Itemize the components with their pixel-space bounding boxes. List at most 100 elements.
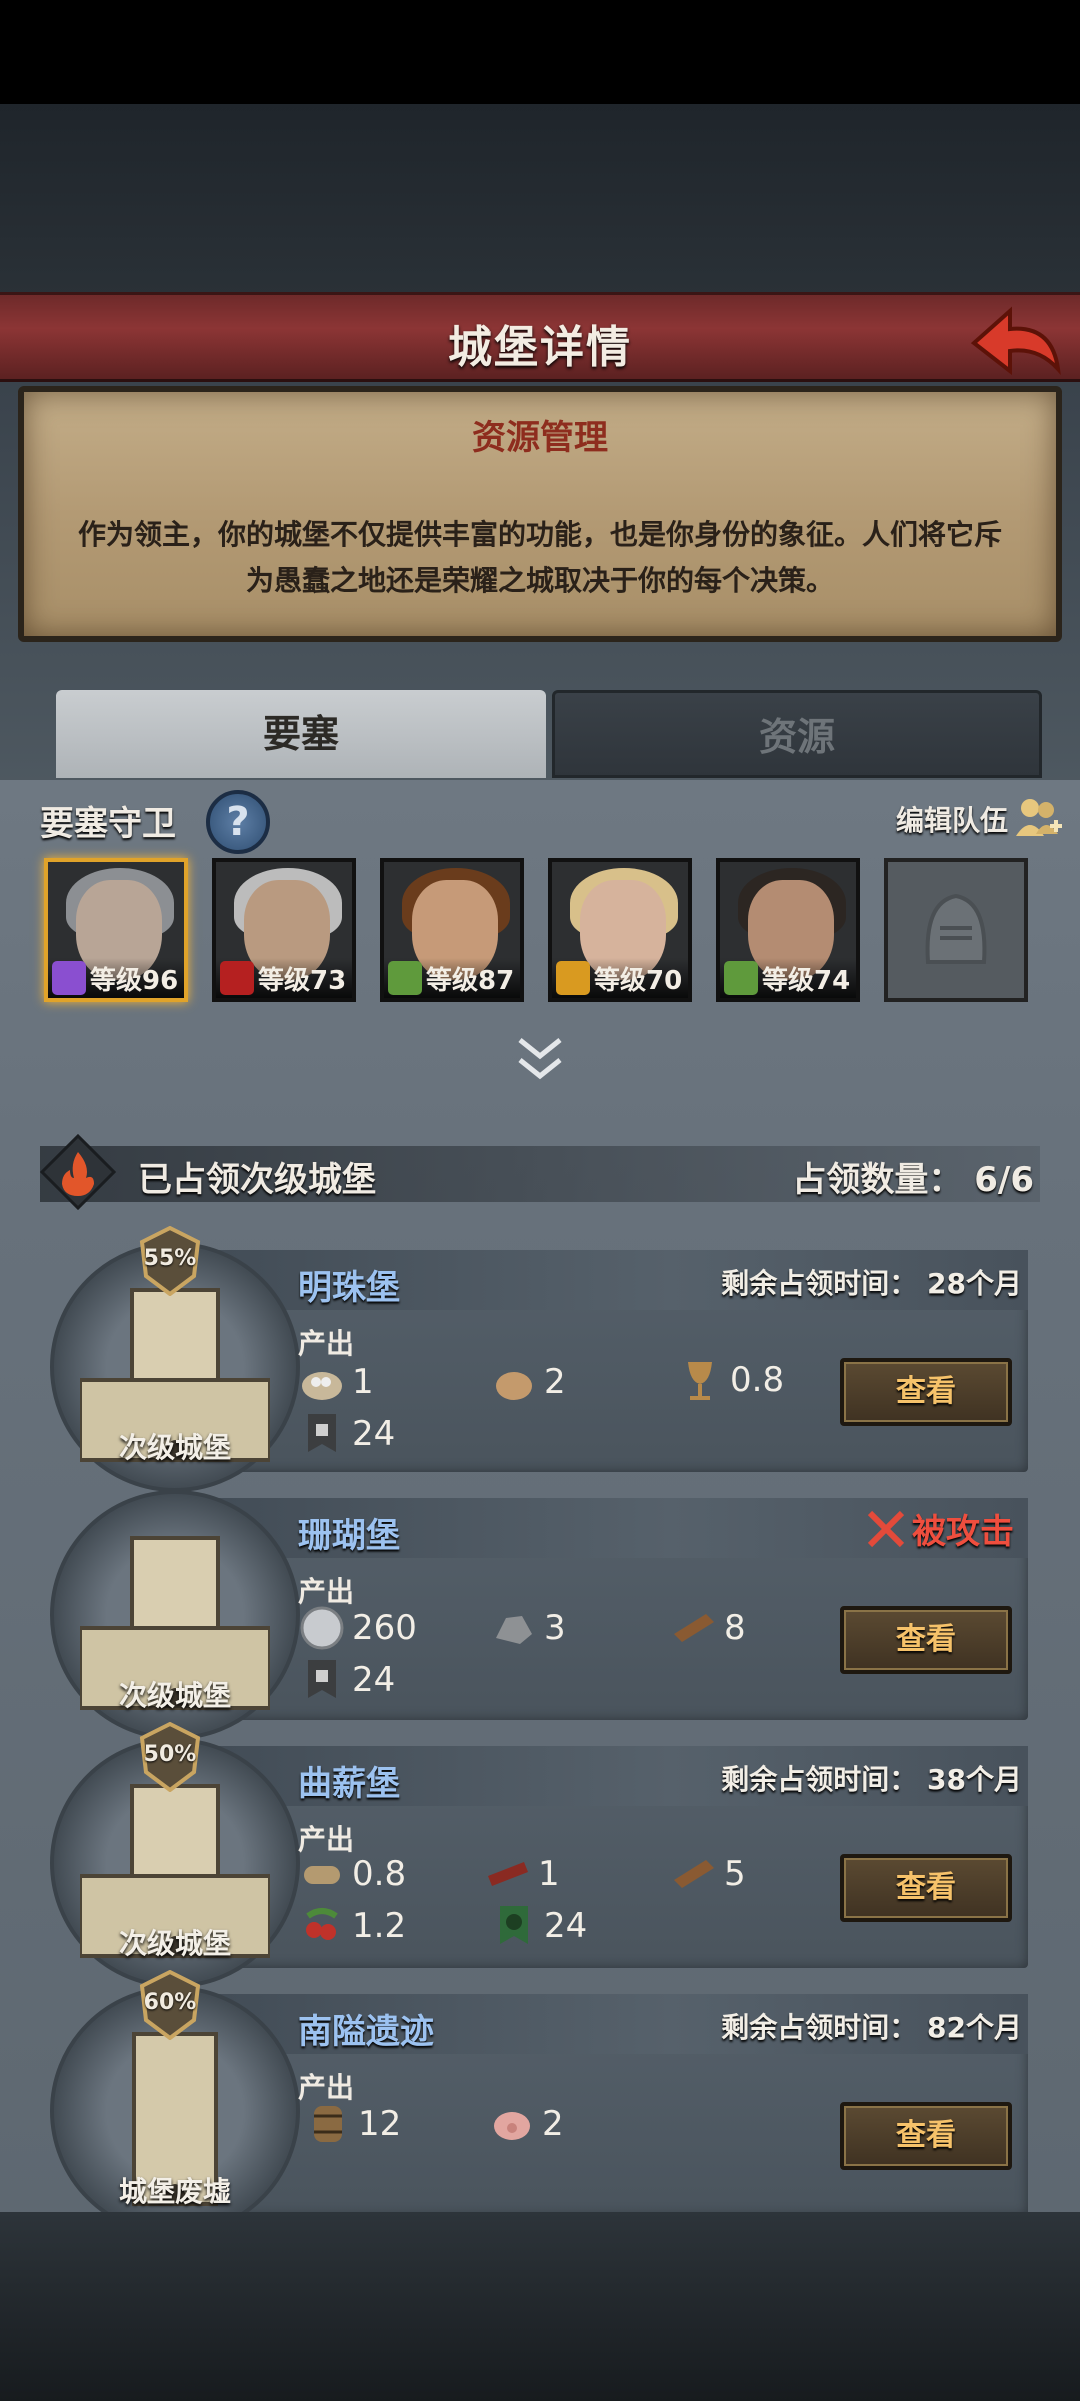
hero-level-row: 等级70: [552, 958, 688, 998]
hero-slot-2[interactable]: 等级73: [212, 858, 356, 1002]
castle-name: 南隘遗迹: [298, 2012, 434, 2052]
castle-type: 次级城堡: [118, 1927, 231, 1960]
hero-level-row: 等级73: [216, 958, 352, 998]
silver-coin-icon: [300, 1606, 344, 1650]
plank-icon: [674, 1614, 714, 1642]
top-backdrop: [0, 104, 1080, 296]
resource-item: 24: [298, 1656, 395, 1704]
remaining-time: 剩余占领时间： 28个月: [721, 1262, 1022, 1302]
hero-level-row: 等级87: [384, 958, 520, 998]
hero-slot-1[interactable]: 等级96: [44, 858, 188, 1002]
castle-card: 60% 城堡废墟 南隘遗迹 剩余占领时间： 82个月 产出 12 2 查看: [0, 1970, 1080, 2236]
resource-value: 2: [542, 2104, 564, 2144]
hero-level: 等级73: [258, 965, 347, 996]
resource-item: 24: [490, 1902, 587, 1950]
edit-team-button[interactable]: 编辑队伍: [896, 796, 1064, 842]
resource-value: 0.8: [730, 1360, 785, 1400]
hero-level: 等级96: [90, 965, 179, 996]
castle-name: 珊瑚堡: [298, 1516, 400, 1556]
bag-icon: [496, 1372, 532, 1400]
resource-value: 24: [544, 1906, 588, 1946]
red-wood-icon: [488, 1862, 528, 1886]
castle-type: 城堡废墟: [118, 2175, 231, 2208]
info-parchment: 资源管理 作为领主，你的城堡不仅提供丰富的功能，也是你身份的象征。人们将它斥为愚…: [18, 386, 1062, 642]
occupation-percent: 60%: [143, 1990, 197, 2015]
castle-type: 次级城堡: [118, 1679, 231, 1712]
occupation-percent: 55%: [143, 1246, 197, 1271]
tab-resources[interactable]: 资源: [552, 690, 1042, 778]
resource-item: 2: [490, 1358, 566, 1406]
resource-value: 1.2: [352, 1906, 407, 1946]
help-icon[interactable]: ?: [206, 790, 270, 854]
resource-value: 1: [352, 1362, 374, 1402]
resource-item: 260: [298, 1604, 417, 1652]
header-bar: 城堡详情: [0, 292, 1080, 382]
add-team-icon: [1016, 799, 1062, 836]
months-unit: 个月: [965, 1267, 1022, 1300]
resource-item: 2: [488, 2100, 564, 2148]
remaining-months: 28: [927, 1267, 966, 1300]
back-arrow-icon[interactable]: [966, 303, 1066, 379]
tree-banner-icon: [500, 1906, 528, 1944]
fire-emblem-icon: [40, 1134, 116, 1210]
goblet-icon: [688, 1362, 712, 1400]
hero-slot-5[interactable]: 等级74: [716, 858, 860, 1002]
resource-item: 1: [484, 1850, 560, 1898]
mage-class-icon: [52, 961, 86, 995]
occupation-percent: 50%: [143, 1742, 197, 1767]
occupied-count: 占领数量： 6/6: [792, 1160, 1034, 1200]
view-button[interactable]: 查看: [840, 2102, 1012, 2170]
resource-value: 12: [358, 2104, 402, 2144]
resource-value: 3: [544, 1608, 566, 1648]
expand-chevron-icon[interactable]: [510, 1034, 570, 1084]
remaining-time-label: 剩余占领时间：: [721, 2011, 918, 2044]
tab-bar: 要塞 资源: [40, 690, 1042, 780]
stone-icon: [496, 1616, 532, 1644]
under-attack-label: 被攻击: [912, 1512, 1014, 1552]
resource-item: 0.8: [298, 1850, 406, 1898]
bottom-backdrop: [0, 2212, 1080, 2401]
log-icon: [304, 1866, 340, 1884]
months-unit: 个月: [965, 2011, 1022, 2044]
hero-slot-4[interactable]: 等级70: [548, 858, 692, 1002]
hero-slot-empty[interactable]: [884, 858, 1028, 1002]
view-button[interactable]: 查看: [840, 1854, 1012, 1922]
tab-fortress[interactable]: 要塞: [56, 690, 546, 778]
months-unit: 个月: [965, 1763, 1022, 1796]
under-attack-status: 被攻击: [866, 1504, 1014, 1553]
resource-item: 12: [304, 2100, 401, 2148]
resource-value: 24: [352, 1660, 396, 1700]
pig-icon: [494, 2112, 530, 2140]
hero-slot-3[interactable]: 等级87: [380, 858, 524, 1002]
remaining-months: 82: [927, 2011, 966, 2044]
occupied-title: 已占领次级城堡: [138, 1160, 376, 1200]
resource-value: 5: [724, 1854, 746, 1894]
view-button[interactable]: 查看: [840, 1358, 1012, 1426]
castle-card: 50% 次级城堡 曲薪堡 剩余占领时间： 38个月 产出 0.8 1 5 1.2…: [0, 1722, 1080, 1988]
sword-class-icon: [724, 961, 758, 995]
info-subtitle: 资源管理: [472, 418, 608, 458]
remaining-time: 剩余占领时间： 38个月: [721, 1758, 1022, 1798]
hero-level-row: 等级96: [48, 958, 184, 998]
resource-item: 24: [298, 1410, 395, 1458]
resource-item: 5: [670, 1850, 746, 1898]
castle-card: 55% 次级城堡 明珠堡 剩余占领时间： 28个月 产出 1 2 0.8 24 …: [0, 1226, 1080, 1492]
guards-title: 要塞守卫: [40, 804, 176, 844]
resource-value: 0.8: [352, 1854, 407, 1894]
empty-helmet-icon: [925, 893, 987, 964]
pearl-sack-icon: [302, 1372, 342, 1400]
castle-type: 次级城堡: [118, 1431, 231, 1464]
output-label: 产出: [298, 1327, 355, 1360]
remaining-time: 剩余占领时间： 82个月: [721, 2006, 1022, 2046]
banner-icon: [308, 1660, 336, 1698]
resource-value: 260: [352, 1608, 417, 1648]
edit-team-label: 编辑队伍: [895, 804, 1008, 837]
resource-value: 24: [352, 1414, 396, 1454]
remaining-months: 38: [927, 1763, 966, 1796]
hero-level-row: 等级74: [720, 958, 856, 998]
barrel-icon: [314, 2106, 342, 2142]
page-title: 城堡详情: [448, 322, 632, 373]
hero-level: 等级87: [426, 965, 515, 996]
view-button[interactable]: 查看: [840, 1606, 1012, 1674]
resource-value: 8: [724, 1608, 746, 1648]
